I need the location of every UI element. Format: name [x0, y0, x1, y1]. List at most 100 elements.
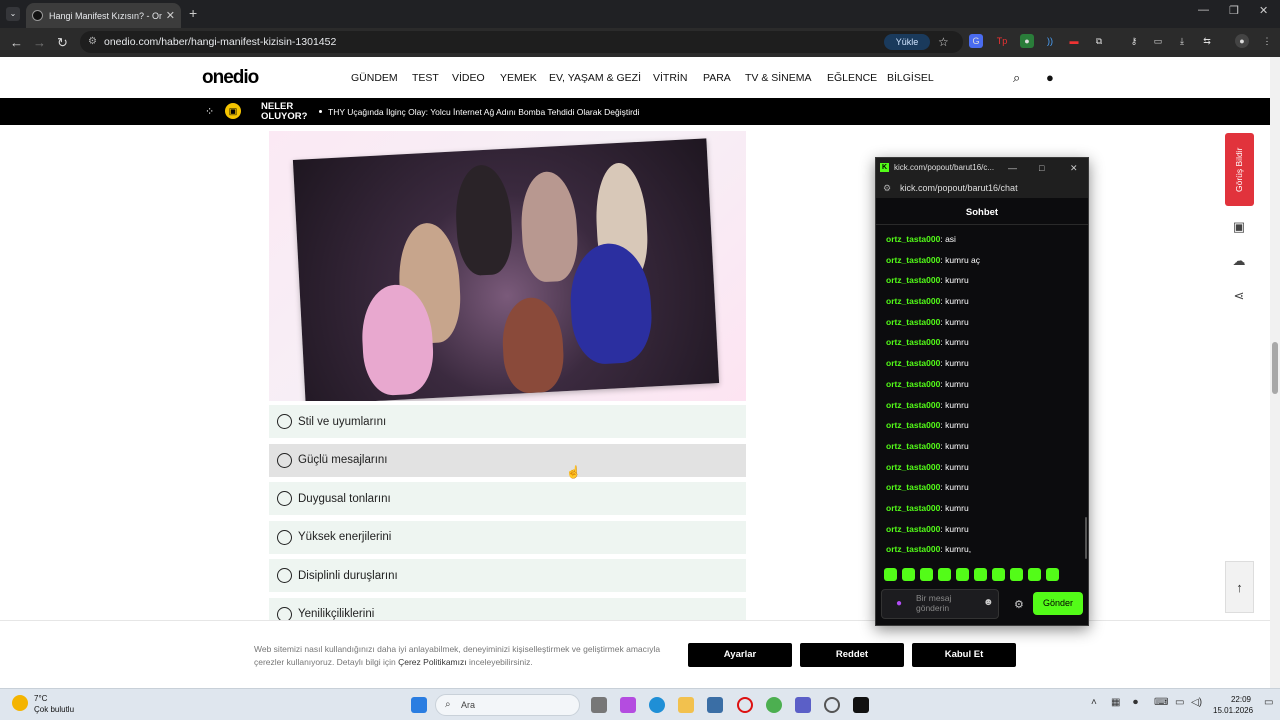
chat-scrollbar[interactable]: [1085, 517, 1087, 559]
quiz-option[interactable]: Duygusal tonlarını: [269, 482, 746, 516]
address-bar[interactable]: ⚙ onedio.com/haber/hangi-manifest-kizisi…: [80, 31, 963, 53]
task-view-icon[interactable]: [591, 697, 607, 713]
emote-icon[interactable]: [1010, 568, 1023, 581]
teams-icon[interactable]: [795, 697, 811, 713]
radio-icon[interactable]: [277, 452, 292, 468]
emote-icon[interactable]: [938, 568, 951, 581]
volume-icon[interactable]: ◁): [1191, 697, 1202, 708]
page-scrollbar-thumb[interactable]: [1272, 342, 1278, 394]
share-icon[interactable]: ⋖: [1228, 285, 1250, 307]
chat-username[interactable]: ortz_tasta000: [886, 441, 940, 451]
chat-username[interactable]: ortz_tasta000: [886, 379, 940, 389]
emote-icon[interactable]: [920, 568, 933, 581]
taskbar-clock[interactable]: 22:09 15.01.2026: [1213, 694, 1253, 716]
download-icon[interactable]: ⤓: [1175, 34, 1189, 48]
comments-icon[interactable]: ☁: [1228, 250, 1250, 272]
close-tab-icon[interactable]: ✕: [166, 9, 175, 22]
tray-app-icon[interactable]: ▦: [1111, 697, 1120, 708]
edge-icon[interactable]: [649, 697, 665, 713]
notifications-icon[interactable]: ▭: [1264, 697, 1273, 708]
tab-search-icon[interactable]: ⌄: [6, 7, 20, 21]
chat-username[interactable]: ortz_tasta000: [886, 358, 940, 368]
quiz-option[interactable]: Yüksek enerjilerini: [269, 520, 746, 554]
translate-page-icon[interactable]: ⇆: [1200, 34, 1214, 48]
copilot-icon[interactable]: [620, 697, 636, 713]
menu-test[interactable]: TEST: [412, 72, 439, 84]
menu-eglence[interactable]: EĞLENCE: [827, 72, 877, 84]
chat-username[interactable]: ortz_tasta000: [886, 482, 940, 492]
chat-username[interactable]: ortz_tasta000: [886, 462, 940, 472]
menu-tv-sinema[interactable]: TV & SİNEMA: [745, 72, 812, 84]
menu-bilgisel[interactable]: BİLGİSEL: [887, 72, 934, 84]
menu-yemek[interactable]: YEMEK: [500, 72, 537, 84]
new-tab-icon[interactable]: +: [189, 5, 197, 21]
microphone-tray-icon[interactable]: ⏺: [1133, 697, 1138, 708]
chat-message-input[interactable]: ● Bir mesaj gönderin ☻: [881, 589, 999, 619]
start-windows-icon[interactable]: [411, 697, 427, 713]
emote-icon[interactable]: [956, 568, 969, 581]
network-icon[interactable]: ▭: [1175, 697, 1184, 708]
microphone-icon[interactable]: ●: [896, 599, 902, 609]
close-window-icon[interactable]: ✕: [1259, 4, 1268, 17]
menu-para[interactable]: PARA: [703, 72, 731, 84]
extension-counter-icon[interactable]: ●: [1020, 34, 1034, 48]
emoji-picker-icon[interactable]: ☻: [983, 598, 994, 608]
menu-video[interactable]: VİDEO: [452, 72, 485, 84]
bookmark-icon[interactable]: ▣: [1228, 216, 1250, 238]
maximize-icon[interactable]: ❐: [1229, 4, 1239, 17]
browser-tab[interactable]: Hangi Manifest Kızısın? - Onedi ✕: [26, 3, 181, 28]
site-info-icon[interactable]: ⚙: [88, 31, 97, 53]
file-explorer-icon[interactable]: [678, 697, 694, 713]
quiz-option[interactable]: Güçlü mesajlarını: [269, 443, 746, 477]
chat-username[interactable]: ortz_tasta000: [886, 400, 940, 410]
cookie-policy-link[interactable]: Çerez Politikamızı: [398, 657, 467, 667]
menu-ev-yasam-gezi[interactable]: EV, YAŞAM & GEZİ: [549, 72, 641, 84]
scroll-top-arrow-icon[interactable]: ↑: [1225, 561, 1254, 613]
reload-icon[interactable]: ↻: [57, 35, 68, 51]
chat-username[interactable]: ortz_tasta000: [886, 275, 940, 285]
minimize-icon[interactable]: —: [1198, 4, 1209, 16]
chat-username[interactable]: ortz_tasta000: [886, 255, 940, 265]
taskbar-search[interactable]: ⌕ Ara: [435, 694, 580, 716]
emote-icon[interactable]: [1046, 568, 1059, 581]
extension-red-icon[interactable]: ▬: [1067, 34, 1081, 48]
back-icon[interactable]: ←: [10, 35, 23, 50]
site-info-icon[interactable]: ⚙: [883, 178, 891, 198]
cookie-reject-button[interactable]: Reddet: [800, 643, 904, 667]
password-key-icon[interactable]: ⚷: [1127, 34, 1141, 48]
opera-icon[interactable]: [737, 697, 753, 713]
chat-username[interactable]: ortz_tasta000: [886, 296, 940, 306]
news-badge-icon[interactable]: ▣: [225, 103, 241, 119]
profile-avatar[interactable]: ●: [1235, 34, 1249, 48]
store-icon[interactable]: [707, 697, 723, 713]
tray-chevron-icon[interactable]: ˄: [1091, 697, 1097, 708]
user-icon[interactable]: ●: [1046, 70, 1054, 85]
kick-app-icon[interactable]: [853, 697, 869, 713]
quiz-option[interactable]: Disiplinli duruşlarını: [269, 559, 746, 593]
cookie-accept-button[interactable]: Kabul Et: [912, 643, 1016, 667]
emote-icon[interactable]: [992, 568, 1005, 581]
emote-icon[interactable]: [884, 568, 897, 581]
feedback-button[interactable]: Görüş Bildir: [1225, 133, 1254, 206]
quiz-option[interactable]: Stil ve uyumlarını: [269, 405, 746, 438]
emote-icon[interactable]: [1028, 568, 1041, 581]
emote-icon[interactable]: [902, 568, 915, 581]
extension-translate-icon[interactable]: G: [969, 34, 983, 48]
apps-grid-icon[interactable]: ⁘: [205, 105, 214, 118]
forward-icon[interactable]: →: [33, 35, 46, 50]
ticker-headline[interactable]: THY Uçağında İlginç Olay: Yolcu İnternet…: [328, 107, 640, 117]
extension-wave-icon[interactable]: )): [1043, 34, 1057, 48]
chat-username[interactable]: ortz_tasta000: [886, 420, 940, 430]
chat-username[interactable]: ortz_tasta000: [886, 524, 940, 534]
browser-menu-icon[interactable]: ⋮: [1260, 34, 1274, 48]
radio-icon[interactable]: [277, 568, 292, 584]
emote-icon[interactable]: [974, 568, 987, 581]
popup-maximize-icon[interactable]: □: [1039, 158, 1044, 178]
radio-icon[interactable]: [277, 491, 292, 507]
chat-username[interactable]: ortz_tasta000: [886, 317, 940, 327]
upload-button[interactable]: Yükle: [884, 34, 930, 50]
chat-username[interactable]: ortz_tasta000: [886, 503, 940, 513]
chat-settings-gear-icon[interactable]: ⚙: [1014, 598, 1024, 611]
popup-minimize-icon[interactable]: —: [1008, 158, 1017, 178]
chrome-icon[interactable]: [766, 697, 782, 713]
